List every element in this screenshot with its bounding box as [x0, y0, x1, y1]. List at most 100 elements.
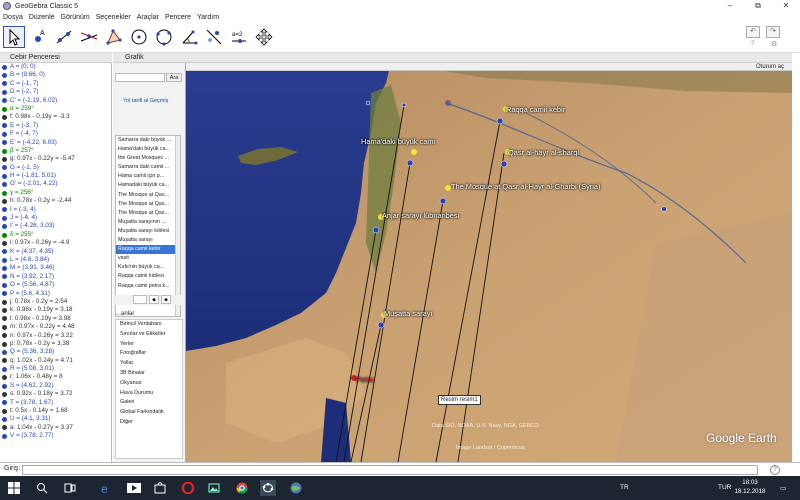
maximize-button[interactable]: ⧉: [744, 0, 772, 12]
visibility-toggle-icon[interactable]: [2, 148, 7, 154]
algebra-item[interactable]: γ = 256°: [0, 189, 111, 197]
line-tool[interactable]: [53, 26, 75, 48]
graphics-view-header[interactable]: Grafik: [113, 53, 800, 63]
menu-tools[interactable]: Araçlar: [137, 14, 159, 21]
slider-tool[interactable]: a=2: [228, 26, 250, 48]
visibility-toggle-icon[interactable]: [2, 391, 7, 397]
visibility-toggle-icon[interactable]: [2, 215, 7, 221]
visibility-toggle-icon[interactable]: [2, 257, 7, 263]
algebra-item[interactable]: α = 259°: [0, 105, 111, 113]
algebra-item[interactable]: i: 0.97x - 0.26y = -4.9: [0, 239, 111, 247]
algebra-item[interactable]: j: 0.78x - 0.2y = 2.54: [0, 298, 111, 306]
algebra-item[interactable]: D = (-2, 7): [0, 88, 111, 96]
algebra-item[interactable]: M = (3.91, 3.46): [0, 264, 111, 272]
algebra-item[interactable]: p: 0.78x - 0.2y = 3.38: [0, 340, 111, 348]
algebra-item[interactable]: s: 0.92x - 0.18y = 3.72: [0, 390, 111, 398]
menu-edit[interactable]: Düzenle: [29, 14, 55, 21]
layers-list[interactable]: Birincil Veritabanı Sınırlar ve Etiketler…: [115, 319, 183, 459]
algebra-item[interactable]: a: 1.04x - 0.27y = 3.37: [0, 424, 111, 432]
visibility-toggle-icon[interactable]: [2, 207, 7, 213]
algebra-list[interactable]: A = (0, 0) B = (9.66, 0) C = (-1, 7) D = (-…: [0, 63, 112, 462]
algebra-item[interactable]: l: 0.98x - 0.19y = 3.98: [0, 315, 111, 323]
minimize-button[interactable]: –: [716, 0, 744, 12]
menu-window[interactable]: Pencere: [165, 14, 191, 21]
places-up-button[interactable]: ◆: [149, 295, 159, 304]
visibility-toggle-icon[interactable]: [2, 408, 7, 414]
menu-help[interactable]: Yardım: [197, 14, 219, 21]
layer-item[interactable]: Yollar: [116, 359, 182, 369]
visibility-toggle-icon[interactable]: [2, 282, 7, 288]
visibility-toggle-icon[interactable]: [2, 266, 7, 272]
visibility-toggle-icon[interactable]: [2, 417, 7, 423]
algebra-item[interactable]: h: 0.78x - 0.2y = -2.44: [0, 197, 111, 205]
algebra-item[interactable]: O = (5.56, 4.87): [0, 281, 111, 289]
layer-item[interactable]: Birincil Veritabanı: [116, 320, 182, 330]
place-item[interactable]: Raqqa camii kıblesi: [116, 272, 180, 281]
places-scrollbar[interactable]: [175, 136, 180, 316]
algebra-item[interactable]: C = (-1, 7): [0, 80, 111, 88]
visibility-toggle-icon[interactable]: [2, 89, 7, 95]
visibility-toggle-icon[interactable]: [2, 333, 7, 339]
place-item[interactable]: the Great Mosques ...: [116, 154, 180, 163]
visibility-toggle-icon[interactable]: [2, 224, 7, 230]
visibility-toggle-icon[interactable]: [2, 316, 7, 322]
notifications-icon[interactable]: ▭: [780, 484, 786, 492]
layer-item[interactable]: Diğer: [116, 418, 182, 428]
undo-button[interactable]: ↶: [746, 26, 760, 38]
visibility-toggle-icon[interactable]: [2, 341, 7, 347]
place-item[interactable]: Kufe'nin büyük ca...: [116, 263, 180, 272]
layer-item[interactable]: Galeri: [116, 398, 182, 408]
places-field[interactable]: [133, 295, 147, 304]
layer-item[interactable]: Fotoğraflar: [116, 349, 182, 359]
algebra-item[interactable]: q: 1.02x - 0.24y = 4.71: [0, 357, 111, 365]
circle-through-points-tool[interactable]: [153, 26, 175, 48]
redo-button[interactable]: ↷: [766, 26, 780, 38]
visibility-toggle-icon[interactable]: [2, 324, 7, 330]
algebra-item[interactable]: P = (5.6, 4.31): [0, 290, 111, 298]
earth-links[interactable]: Yol tarifi al Geçmiş: [123, 98, 168, 104]
place-item[interactable]: vasit: [116, 254, 180, 263]
algebra-item[interactable]: r: 1.06x - 0.48y = 8: [0, 373, 111, 381]
windows-start-icon[interactable]: [6, 480, 22, 496]
algebra-item[interactable]: A = (0, 0): [0, 63, 111, 71]
algebra-item[interactable]: G = (-1, 5): [0, 164, 111, 172]
algebra-item[interactable]: C' = (-2.19, 6.02): [0, 97, 111, 105]
algebra-item[interactable]: g: 0.97x - 0.22y = -5.47: [0, 155, 111, 163]
visibility-toggle-icon[interactable]: [2, 190, 7, 196]
visibility-toggle-icon[interactable]: [2, 165, 7, 171]
layer-item[interactable]: Hava Durumu: [116, 389, 182, 399]
language-indicator[interactable]: TR: [620, 484, 629, 491]
place-item[interactable]: Muşatta sarayı: [116, 236, 180, 245]
place-item[interactable]: Muşatta sarayı kıblesi: [116, 227, 180, 236]
places-list[interactable]: Samarra daki büyük ... Hama'daki büyük ca…: [115, 135, 181, 317]
input-help-icon[interactable]: ?: [770, 465, 780, 475]
algebra-item[interactable]: t: 0.5x - 0.14y = 1.68: [0, 407, 111, 415]
algebra-item[interactable]: m: 0.97x - 0.22y = 4.48: [0, 323, 111, 331]
polygon-tool[interactable]: [103, 26, 125, 48]
algebra-item[interactable]: E = (-3, 7): [0, 122, 111, 130]
place-item[interactable]: The Mosque at Qas...: [116, 200, 180, 209]
menu-view[interactable]: Görünüm: [61, 14, 90, 21]
place-item[interactable]: Hama'daki büyük ca...: [116, 145, 180, 154]
visibility-toggle-icon[interactable]: [2, 308, 7, 314]
earth-search-button[interactable]: Ara: [166, 73, 182, 82]
algebra-item[interactable]: J = (-4, 4): [0, 214, 111, 222]
algebra-item[interactable]: β = 257°: [0, 147, 111, 155]
task-view-icon[interactable]: [62, 480, 78, 496]
circle-tool[interactable]: [128, 26, 150, 48]
algebra-item[interactable]: f: 0.98x - 0.19y = -3.3: [0, 113, 111, 121]
help-icon[interactable]: ?: [751, 41, 754, 47]
geogebra-taskbar-icon[interactable]: [260, 480, 276, 496]
algebra-item[interactable]: k: 0.98x - 0.19y = 3.18: [0, 306, 111, 314]
visibility-toggle-icon[interactable]: [2, 349, 7, 355]
algebra-item[interactable]: V = (3.78, 2.77): [0, 432, 111, 440]
visibility-toggle-icon[interactable]: [2, 383, 7, 389]
menu-file[interactable]: Dosya: [3, 14, 23, 21]
close-button[interactable]: ✕: [772, 0, 800, 12]
place-item[interactable]: Raqqa camii petra k...: [116, 282, 180, 291]
visibility-toggle-icon[interactable]: [2, 299, 7, 305]
algebra-item[interactable]: U = (4.1, 3.31): [0, 415, 111, 423]
visibility-toggle-icon[interactable]: [2, 123, 7, 129]
visibility-toggle-icon[interactable]: [2, 240, 7, 246]
algebra-item[interactable]: B = (9.66, 0): [0, 71, 111, 79]
